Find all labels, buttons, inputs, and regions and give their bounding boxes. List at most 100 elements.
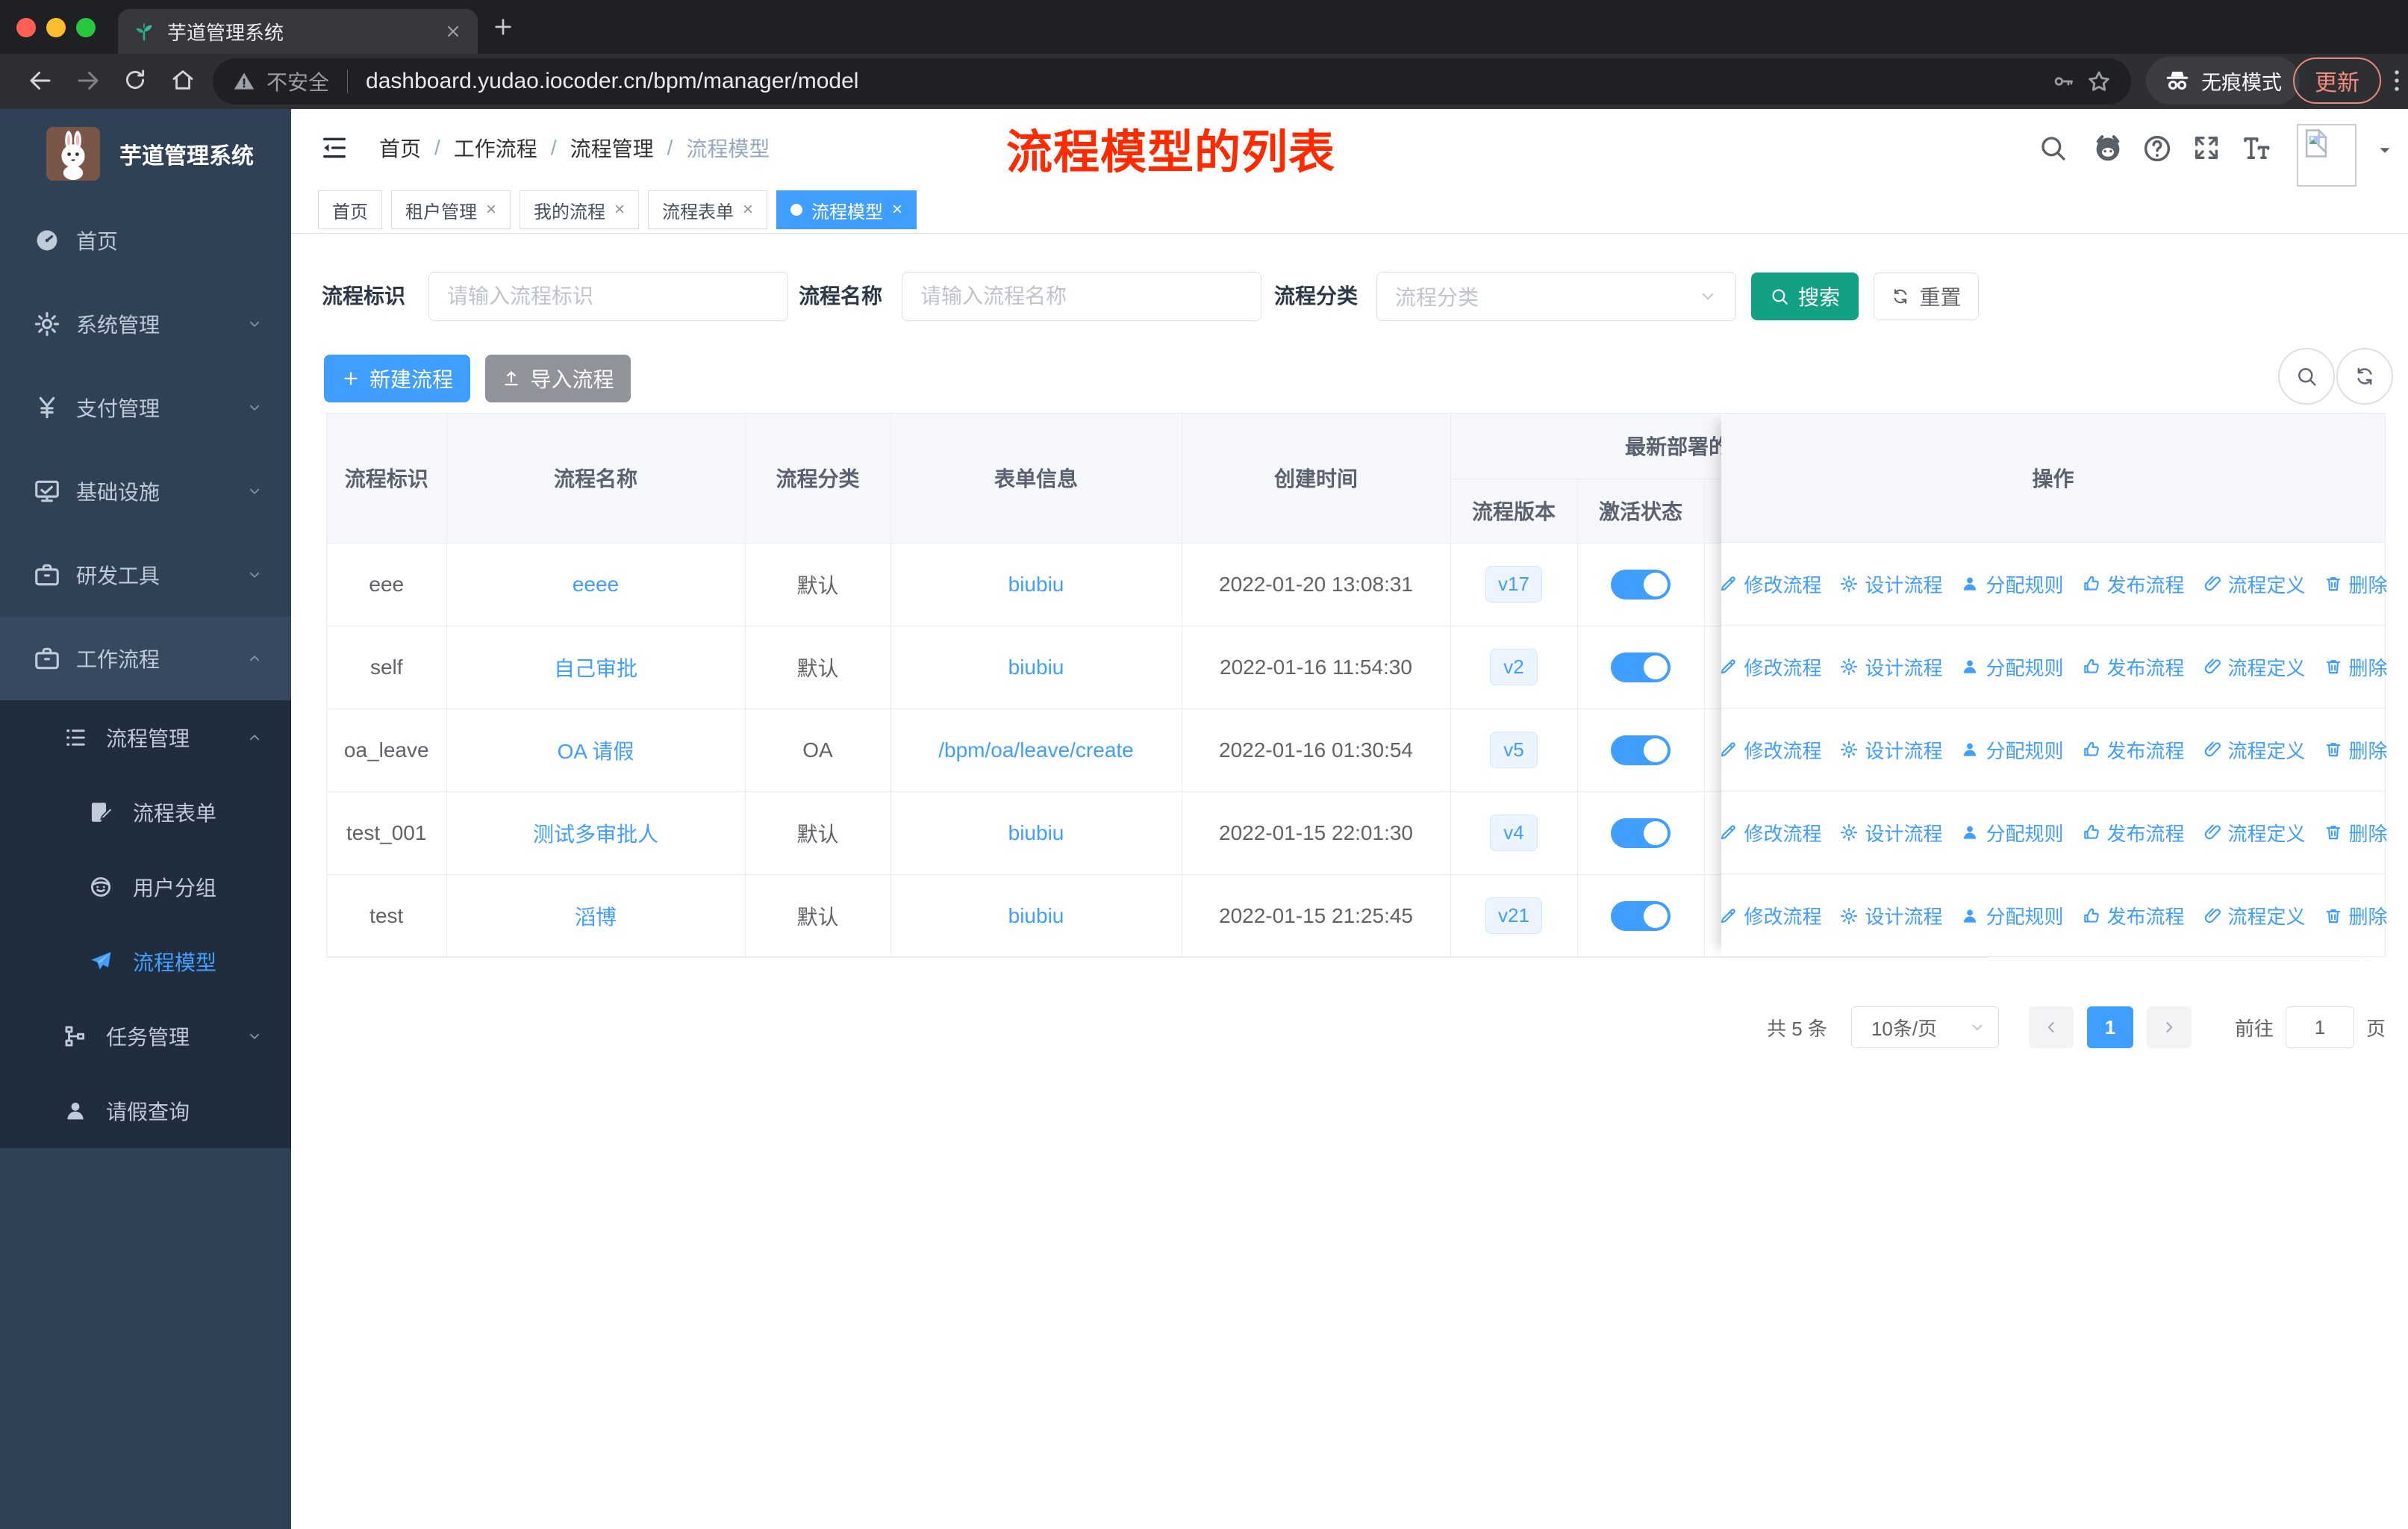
action-hand-link[interactable]: 发布流程 xyxy=(2082,653,2185,681)
traffic-lights[interactable] xyxy=(16,18,96,37)
page-size-select[interactable]: 10条/页 xyxy=(1850,1006,1999,1048)
process-name-link[interactable]: 自己审批 xyxy=(554,657,637,680)
reload-icon[interactable] xyxy=(122,67,148,93)
sidebar-item-monitor-3[interactable]: 基础设施 xyxy=(0,449,291,533)
bookmark-star-icon[interactable] xyxy=(2086,69,2112,94)
avatar[interactable] xyxy=(2297,124,2356,187)
tag-4[interactable]: 流程模型 × xyxy=(776,190,917,229)
action-hand-link[interactable]: 发布流程 xyxy=(2082,570,2185,598)
action-assign-link[interactable]: 分配规则 xyxy=(1960,819,2064,847)
tag-2[interactable]: 我的流程 × xyxy=(520,190,640,229)
process-name-link[interactable]: 测试多审批人 xyxy=(533,823,658,846)
breadcrumb-item-2[interactable]: 流程管理 xyxy=(570,133,654,163)
prev-page-button[interactable] xyxy=(2028,1006,2074,1048)
action-trash-link[interactable]: 删除 xyxy=(2324,736,2388,764)
action-trash-link[interactable]: 删除 xyxy=(2324,570,2388,598)
import-process-button[interactable]: 导入流程 xyxy=(485,355,631,402)
update-browser-button[interactable]: 更新 xyxy=(2293,57,2381,104)
sidebar-logo-row[interactable]: 芋道管理系统 xyxy=(0,109,291,199)
action-assign-link[interactable]: 分配规则 xyxy=(1960,653,2064,681)
form-info-link[interactable]: biubiu xyxy=(1008,573,1064,596)
process-name-link[interactable]: OA 请假 xyxy=(558,740,634,763)
action-clip-link[interactable]: 流程定义 xyxy=(2203,819,2306,847)
url-text[interactable]: dashboard.yudao.iocoder.cn/bpm/manager/m… xyxy=(366,69,2042,94)
address-bar[interactable]: 不安全 dashboard.yudao.iocoder.cn/bpm/manag… xyxy=(213,58,2131,105)
process-name-link[interactable]: 滔博 xyxy=(575,906,617,929)
forward-icon[interactable] xyxy=(75,67,102,94)
action-clip-link[interactable]: 流程定义 xyxy=(2203,736,2306,764)
collapse-sidebar-icon[interactable] xyxy=(319,133,349,163)
action-gear-link[interactable]: 设计流程 xyxy=(1839,570,1942,598)
active-toggle[interactable] xyxy=(1611,900,1671,931)
breadcrumb-item-1[interactable]: 工作流程 xyxy=(454,133,537,163)
process-name-link[interactable]: eeee xyxy=(573,573,619,596)
action-clip-link[interactable]: 流程定义 xyxy=(2203,570,2306,598)
active-toggle[interactable] xyxy=(1611,818,1671,848)
action-trash-link[interactable]: 删除 xyxy=(2324,653,2388,681)
action-hand-link[interactable]: 发布流程 xyxy=(2082,819,2185,847)
action-hand-link[interactable]: 发布流程 xyxy=(2082,902,2185,929)
tab-close-icon[interactable] xyxy=(443,22,463,41)
sidebar-item-form-7[interactable]: 流程表单 xyxy=(0,775,291,850)
sidebar-item-tree-10[interactable]: 任务管理 xyxy=(0,999,291,1074)
tag-close-icon[interactable]: × xyxy=(743,201,753,219)
sidebar-item-list-6[interactable]: 流程管理 xyxy=(0,700,291,775)
avatar-caret-down-icon[interactable] xyxy=(2375,140,2395,160)
filter-key-input[interactable] xyxy=(428,272,788,321)
home-icon[interactable] xyxy=(170,67,196,93)
key-icon[interactable] xyxy=(2052,69,2076,93)
zoom-window-button[interactable] xyxy=(76,18,96,37)
action-assign-link[interactable]: 分配规则 xyxy=(1960,570,2064,598)
browser-menu-icon[interactable] xyxy=(2383,66,2408,95)
tag-1[interactable]: 租户管理 × xyxy=(391,190,511,229)
close-window-button[interactable] xyxy=(16,18,36,37)
active-toggle[interactable] xyxy=(1611,652,1671,682)
action-gear-link[interactable]: 设计流程 xyxy=(1839,902,1942,929)
sidebar-item-dashboard-0[interactable]: 首页 xyxy=(0,199,291,282)
help-icon[interactable] xyxy=(2142,133,2173,164)
action-assign-link[interactable]: 分配规则 xyxy=(1960,736,2064,764)
github-icon[interactable] xyxy=(2092,133,2124,164)
action-pencil-link[interactable]: 修改流程 xyxy=(1718,570,1821,598)
action-clip-link[interactable]: 流程定义 xyxy=(2203,653,2306,681)
reset-button[interactable]: 重置 xyxy=(1874,273,1979,320)
tag-3[interactable]: 流程表单 × xyxy=(648,190,768,229)
filter-name-input[interactable] xyxy=(902,272,1261,321)
create-process-button[interactable]: 新建流程 xyxy=(324,355,470,402)
minimize-window-button[interactable] xyxy=(46,18,66,37)
tag-close-icon[interactable]: × xyxy=(486,201,496,219)
sidebar-item-briefcase-5[interactable]: 工作流程 xyxy=(0,617,291,700)
back-icon[interactable] xyxy=(27,67,54,94)
active-toggle[interactable] xyxy=(1611,569,1671,600)
tag-0[interactable]: 首页 xyxy=(318,190,382,229)
action-clip-link[interactable]: 流程定义 xyxy=(2203,902,2306,929)
action-pencil-link[interactable]: 修改流程 xyxy=(1718,819,1821,847)
sidebar-item-briefcase-4[interactable]: 研发工具 xyxy=(0,533,291,617)
filter-category-select[interactable]: 流程分类 xyxy=(1376,272,1736,321)
next-page-button[interactable] xyxy=(2146,1006,2192,1048)
action-hand-link[interactable]: 发布流程 xyxy=(2082,736,2185,764)
breadcrumb-item-0[interactable]: 首页 xyxy=(379,133,421,163)
sidebar-item-user-11[interactable]: 请假查询 xyxy=(0,1074,291,1148)
show-search-toggle-button[interactable] xyxy=(2278,348,2335,405)
sidebar-item-plane-9[interactable]: 流程模型 xyxy=(0,924,291,999)
action-trash-link[interactable]: 删除 xyxy=(2324,902,2388,929)
action-assign-link[interactable]: 分配规则 xyxy=(1960,902,2064,929)
tag-close-icon[interactable]: × xyxy=(892,201,902,219)
action-pencil-link[interactable]: 修改流程 xyxy=(1718,736,1821,764)
action-pencil-link[interactable]: 修改流程 xyxy=(1718,902,1821,929)
sidebar-item-gear-1[interactable]: 系统管理 xyxy=(0,282,291,366)
search-icon[interactable] xyxy=(2038,133,2068,163)
action-gear-link[interactable]: 设计流程 xyxy=(1839,736,1942,764)
goto-page-input[interactable] xyxy=(2285,1006,2354,1048)
form-info-link[interactable]: biubiu xyxy=(1008,904,1064,927)
browser-tab[interactable]: 芋道管理系统 xyxy=(118,9,478,54)
page-number-1[interactable]: 1 xyxy=(2086,1006,2133,1048)
new-tab-button[interactable] xyxy=(491,15,515,39)
fullscreen-icon[interactable] xyxy=(2192,133,2221,163)
sidebar-item-face-8[interactable]: 用户分组 xyxy=(0,850,291,924)
active-toggle[interactable] xyxy=(1611,735,1671,765)
form-info-link[interactable]: /bpm/oa/leave/create xyxy=(938,738,1134,762)
form-info-link[interactable]: biubiu xyxy=(1008,821,1064,844)
action-trash-link[interactable]: 删除 xyxy=(2324,819,2388,847)
